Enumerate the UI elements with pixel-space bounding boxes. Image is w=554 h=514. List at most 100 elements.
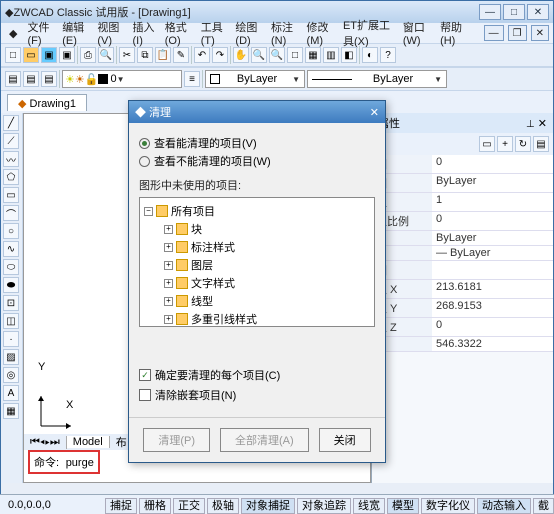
- app-menu-icon[interactable]: ◆: [5, 25, 21, 42]
- radio-purgeable[interactable]: 查看能清理的项目(V): [139, 135, 375, 151]
- table-icon[interactable]: ▦: [3, 403, 19, 419]
- tree-item[interactable]: +标注样式: [144, 238, 370, 256]
- match-icon[interactable]: ✎: [173, 47, 189, 63]
- paste-icon[interactable]: 📋: [155, 47, 171, 63]
- zoom2-icon[interactable]: 🔍: [269, 47, 285, 63]
- expand-icon[interactable]: +: [164, 297, 173, 306]
- status-线宽[interactable]: 线宽: [353, 498, 385, 514]
- status-数字化仪[interactable]: 数字化仪: [421, 498, 475, 514]
- menu-window[interactable]: 窗口(W): [399, 17, 434, 49]
- purge-button[interactable]: 清理(P): [143, 428, 210, 452]
- pan-icon[interactable]: ✋: [233, 47, 249, 63]
- cut-icon[interactable]: ✂: [119, 47, 135, 63]
- dialog-close-icon[interactable]: ✕: [370, 106, 379, 119]
- status-正交[interactable]: 正交: [173, 498, 205, 514]
- prop-row[interactable]: 图0: [372, 155, 553, 174]
- status-栅格[interactable]: 栅格: [139, 498, 171, 514]
- rect-icon[interactable]: ▭: [3, 187, 19, 203]
- prop-row[interactable]: 点 X213.6181: [372, 280, 553, 299]
- menu-insert[interactable]: 插入(I): [129, 17, 159, 49]
- polygon-icon[interactable]: ⬠: [3, 169, 19, 185]
- prop-row[interactable]: 型比例0: [372, 212, 553, 231]
- prop-row[interactable]: — ByLayer: [372, 246, 553, 261]
- menu-draw[interactable]: 绘图(D): [231, 17, 265, 49]
- maximize-button[interactable]: □: [503, 4, 525, 20]
- prop-row[interactable]: 图: [372, 261, 553, 280]
- open-icon[interactable]: ▭: [23, 47, 39, 63]
- tree-root[interactable]: − 所有项目: [144, 202, 370, 220]
- doc-close[interactable]: ✕: [531, 25, 549, 41]
- prop-row[interactable]: 型1: [372, 193, 553, 212]
- linetype-combo[interactable]: ByLayer ▼: [307, 70, 447, 88]
- hatch-icon[interactable]: ▨: [3, 349, 19, 365]
- tab-drawing1[interactable]: ◆ Drawing1: [7, 94, 87, 111]
- circle-icon[interactable]: ○: [3, 223, 19, 239]
- tree-item[interactable]: +文字样式: [144, 274, 370, 292]
- doc-minimize[interactable]: —: [484, 25, 504, 41]
- pline-icon[interactable]: 〰: [3, 151, 19, 167]
- point-icon[interactable]: ·: [3, 331, 19, 347]
- prop-row[interactable]: ByLayer: [372, 231, 553, 246]
- layer3-icon[interactable]: ▤: [41, 71, 57, 87]
- block-icon[interactable]: ◫: [3, 313, 19, 329]
- menu-file[interactable]: 文件(F): [23, 17, 56, 49]
- nested-checkbox[interactable]: 清除嵌套项目(N): [139, 387, 375, 403]
- tb-icon-4[interactable]: ◧: [341, 47, 357, 63]
- expand-icon[interactable]: +: [164, 261, 173, 270]
- expand-icon[interactable]: +: [164, 315, 173, 324]
- ellipse-icon[interactable]: ⬭: [3, 259, 19, 275]
- doc-restore[interactable]: ❐: [508, 25, 527, 41]
- expand-icon[interactable]: +: [164, 243, 173, 252]
- prop-row[interactable]: 点 Y268.9153: [372, 299, 553, 318]
- xline-icon[interactable]: ⟋: [3, 133, 19, 149]
- print-icon[interactable]: ⎙: [80, 47, 96, 63]
- layer2-icon[interactable]: ▤: [23, 71, 39, 87]
- collapse-icon[interactable]: −: [144, 207, 153, 216]
- layermgr-icon[interactable]: ≡: [184, 71, 200, 87]
- menu-format[interactable]: 格式(O): [161, 17, 195, 49]
- spline-icon[interactable]: ∿: [3, 241, 19, 257]
- saveas-icon[interactable]: ▣: [59, 47, 75, 63]
- layer-icon[interactable]: ▤: [5, 71, 21, 87]
- status-对象追踪[interactable]: 对象追踪: [297, 498, 351, 514]
- tree-item[interactable]: +图层: [144, 256, 370, 274]
- tree-item[interactable]: +线型: [144, 292, 370, 310]
- props-close-icon[interactable]: ✕: [538, 118, 547, 130]
- expand-icon[interactable]: +: [164, 279, 173, 288]
- copy-icon[interactable]: ⧉: [137, 47, 153, 63]
- region-icon[interactable]: ◎: [3, 367, 19, 383]
- command-line[interactable]: 命令: purge: [28, 450, 100, 474]
- items-tree[interactable]: − 所有项目 +块+标注样式+图层+文字样式+线型+多重引线样式+形+表格样式: [139, 197, 375, 327]
- status-模型[interactable]: 模型: [387, 498, 419, 514]
- color-combo[interactable]: ByLayer ▼: [205, 70, 305, 88]
- arc-icon[interactable]: ⌒: [3, 205, 19, 221]
- prop-row[interactable]: 546.3322: [372, 337, 553, 352]
- pin-icon[interactable]: ⊥: [526, 119, 535, 130]
- zoom-icon[interactable]: 🔍: [251, 47, 267, 63]
- status-捕捉[interactable]: 捕捉: [105, 498, 137, 514]
- undo-icon[interactable]: ↶: [194, 47, 210, 63]
- prop-row[interactable]: 点 Z0: [372, 318, 553, 337]
- menu-et[interactable]: ET扩展工具(X): [339, 15, 397, 51]
- menu-dim[interactable]: 标注(N): [267, 17, 301, 49]
- menu-help[interactable]: 帮助(H): [436, 17, 470, 49]
- menu-modify[interactable]: 修改(M): [303, 17, 337, 49]
- radio-not-purgeable[interactable]: 查看不能清理的项目(W): [139, 153, 375, 169]
- dialog-titlebar[interactable]: ◆ 清理 ✕: [129, 101, 385, 123]
- tb-icon-2[interactable]: ▦: [305, 47, 321, 63]
- status-动态输入[interactable]: 动态输入: [477, 498, 531, 514]
- insert-icon[interactable]: ⊡: [3, 295, 19, 311]
- props-tool2-icon[interactable]: +: [497, 136, 513, 152]
- menu-tools[interactable]: 工具(T): [197, 17, 230, 49]
- tb-icon-3[interactable]: ▥: [323, 47, 339, 63]
- prop-row[interactable]: 图ByLayer: [372, 174, 553, 193]
- save-icon[interactable]: ▣: [41, 47, 57, 63]
- props-tool1-icon[interactable]: ▭: [479, 136, 495, 152]
- purge-all-button[interactable]: 全部清理(A): [220, 428, 309, 452]
- minimize-button[interactable]: —: [479, 4, 501, 20]
- confirm-checkbox[interactable]: ✓ 确定要清理的每个项目(C): [139, 367, 375, 383]
- props-tool3-icon[interactable]: ↻: [515, 136, 531, 152]
- expand-icon[interactable]: +: [164, 225, 173, 234]
- status-截[interactable]: 截: [533, 498, 554, 514]
- tree-item[interactable]: +多重引线样式: [144, 310, 370, 327]
